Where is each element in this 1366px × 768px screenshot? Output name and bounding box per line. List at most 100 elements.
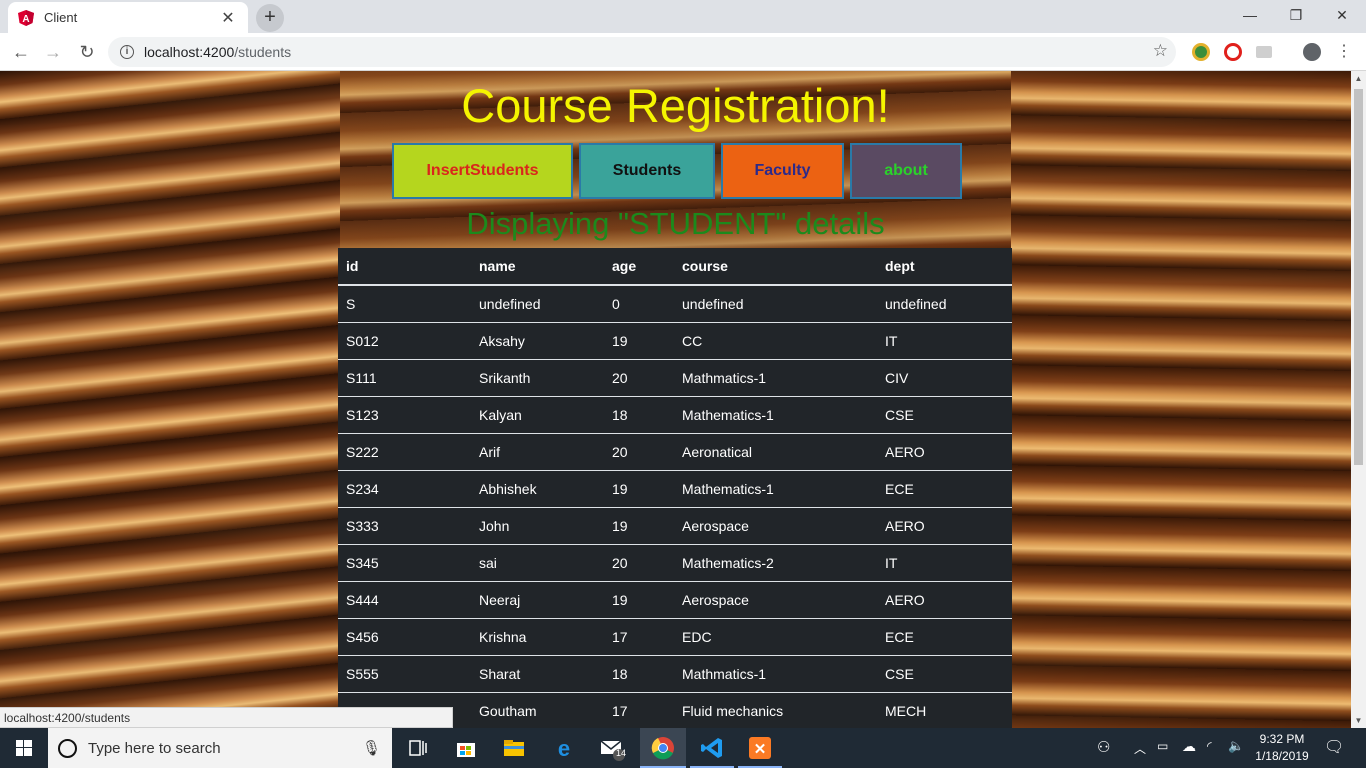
extension-chart-icon[interactable] bbox=[1256, 46, 1272, 58]
cell-course: Mathematics-1 bbox=[674, 469, 877, 507]
windows-start-icon[interactable] bbox=[0, 728, 48, 768]
column-header-id: id bbox=[338, 248, 471, 286]
svg-text:A: A bbox=[22, 14, 29, 25]
browser-tab[interactable]: A Client ✕ bbox=[8, 2, 248, 33]
cell-name: John bbox=[471, 506, 604, 544]
column-header-name: name bbox=[471, 248, 604, 286]
nav-students[interactable]: Students bbox=[579, 143, 715, 199]
table-header-row: id name age course dept bbox=[338, 248, 1012, 286]
cell-course: Aerospace bbox=[674, 580, 877, 618]
cell-id: S345 bbox=[338, 543, 471, 581]
section-heading: Displaying "STUDENT" details bbox=[466, 206, 885, 241]
cell-id: S456 bbox=[338, 617, 471, 655]
table-row: S456 Krishna 17 EDC ECE bbox=[338, 617, 1012, 655]
address-bar[interactable]: i localhost:4200/students ☆ bbox=[108, 37, 1176, 67]
cell-course: Mathmatics-1 bbox=[674, 654, 877, 692]
battery-icon[interactable]: ▭ bbox=[1157, 739, 1168, 768]
cell-name: Kalyan bbox=[471, 395, 604, 433]
cell-id: S012 bbox=[338, 321, 471, 359]
task-view-icon[interactable] bbox=[404, 734, 432, 762]
table-row: Sundefined 0 undefined undefined bbox=[338, 284, 1012, 322]
cell-id: S234 bbox=[338, 469, 471, 507]
bookmark-star-icon[interactable]: ☆ bbox=[1153, 41, 1168, 61]
cell-id: S111 bbox=[338, 358, 471, 396]
taskbar-search[interactable]: Type here to search 🎙 bbox=[48, 728, 392, 768]
cell-course: Mathmatics-1 bbox=[674, 358, 877, 396]
cell-dept: CIV bbox=[877, 358, 1012, 396]
back-icon[interactable]: ← bbox=[8, 39, 34, 65]
menu-dots-icon[interactable]: ⋮ bbox=[1331, 39, 1357, 65]
onedrive-icon[interactable]: ☁ bbox=[1182, 738, 1196, 768]
cell-id: S333 bbox=[338, 506, 471, 544]
chevron-up-icon[interactable]: ︿ bbox=[1134, 740, 1146, 768]
vscode-icon[interactable] bbox=[698, 734, 726, 762]
browser-tabstrip: A Client ✕ + — ❐ ✕ bbox=[0, 0, 1366, 33]
wifi-icon[interactable]: ◜ bbox=[1207, 739, 1212, 768]
cell-name: Arif bbox=[471, 432, 604, 470]
url-path: /students bbox=[234, 44, 292, 60]
reload-icon[interactable]: ↻ bbox=[74, 39, 100, 65]
cell-course: Aeronatical bbox=[674, 432, 877, 470]
cell-id: S bbox=[338, 284, 471, 322]
column-header-age: age bbox=[604, 248, 674, 286]
profile-icon[interactable] bbox=[1303, 43, 1321, 61]
store-icon[interactable] bbox=[452, 734, 480, 762]
restore-button[interactable]: ❐ bbox=[1273, 0, 1319, 30]
file-explorer-icon[interactable] bbox=[500, 734, 528, 762]
close-window-button[interactable]: ✕ bbox=[1319, 0, 1365, 30]
extension-globe-icon[interactable] bbox=[1192, 43, 1210, 61]
cell-age: 17 bbox=[604, 617, 674, 655]
cell-course: Mathematics-2 bbox=[674, 543, 877, 581]
table-row: S123 Kalyan 18 Mathematics-1 CSE bbox=[338, 395, 1012, 433]
cell-age: 20 bbox=[604, 432, 674, 470]
cell-name: Neeraj bbox=[471, 580, 604, 618]
cell-age: 19 bbox=[604, 321, 674, 359]
system-clock[interactable]: 9:32 PM 1/18/2019 bbox=[1247, 731, 1317, 765]
svg-text:✕: ✕ bbox=[754, 741, 767, 758]
table-row: S555 Sharat 18 Mathmatics-1 CSE bbox=[338, 654, 1012, 692]
cell-name: Krishna bbox=[471, 617, 604, 655]
cell-name: sai bbox=[471, 543, 604, 581]
cell-course: CC bbox=[674, 321, 877, 359]
column-header-course: course bbox=[674, 248, 877, 286]
chrome-icon[interactable] bbox=[649, 734, 677, 762]
clock-date: 1/18/2019 bbox=[1255, 749, 1309, 763]
cell-dept: ECE bbox=[877, 617, 1012, 655]
scroll-down-icon[interactable]: ▼ bbox=[1351, 716, 1366, 725]
cell-name: Sharat bbox=[471, 654, 604, 692]
cell-course: Fluid mechanics bbox=[674, 691, 877, 728]
notifications-icon[interactable]: 🗨 bbox=[1324, 737, 1344, 768]
cell-course: EDC bbox=[674, 617, 877, 655]
nav-about[interactable]: about bbox=[850, 143, 962, 199]
cell-id: S444 bbox=[338, 580, 471, 618]
close-tab-icon[interactable]: ✕ bbox=[218, 8, 238, 28]
mail-badge: 14 bbox=[615, 748, 626, 758]
page-scrollbar[interactable]: ▲ ▼ bbox=[1351, 71, 1366, 728]
cell-id: S123 bbox=[338, 395, 471, 433]
cell-age: 19 bbox=[604, 469, 674, 507]
xampp-icon[interactable]: ✕ bbox=[746, 734, 774, 762]
scroll-thumb[interactable] bbox=[1354, 89, 1363, 465]
cell-dept: MECH bbox=[877, 691, 1012, 728]
edge-icon[interactable]: e bbox=[550, 734, 578, 762]
nav-insert-students[interactable]: InsertStudents bbox=[392, 143, 573, 199]
info-icon[interactable]: i bbox=[120, 45, 134, 59]
minimize-button[interactable]: — bbox=[1227, 0, 1273, 30]
volume-icon[interactable]: 🔈 bbox=[1228, 738, 1244, 768]
people-icon[interactable]: ⚇ bbox=[1097, 738, 1110, 768]
cell-name: undefined bbox=[471, 284, 604, 322]
opera-icon[interactable] bbox=[1224, 43, 1242, 61]
cell-course: undefined bbox=[674, 284, 877, 322]
microphone-icon[interactable]: 🎙 bbox=[362, 739, 382, 757]
table-row: S111 Srikanth 20 Mathmatics-1 CIV bbox=[338, 358, 1012, 396]
scroll-up-icon[interactable]: ▲ bbox=[1351, 74, 1366, 83]
column-header-dept: dept bbox=[877, 248, 1012, 286]
new-tab-button[interactable]: + bbox=[256, 4, 284, 32]
table-row: S012 Aksahy 19 CC IT bbox=[338, 321, 1012, 359]
cell-name: Abhishek bbox=[471, 469, 604, 507]
forward-icon[interactable]: → bbox=[40, 39, 66, 65]
cell-dept: CSE bbox=[877, 654, 1012, 692]
cell-age: 19 bbox=[604, 580, 674, 618]
nav-faculty[interactable]: Faculty bbox=[721, 143, 844, 199]
windows-taskbar: Type here to search 🎙 e 14 ✕ ⚇ ︿ ▭ ☁ ◜ 🔈… bbox=[0, 728, 1366, 768]
